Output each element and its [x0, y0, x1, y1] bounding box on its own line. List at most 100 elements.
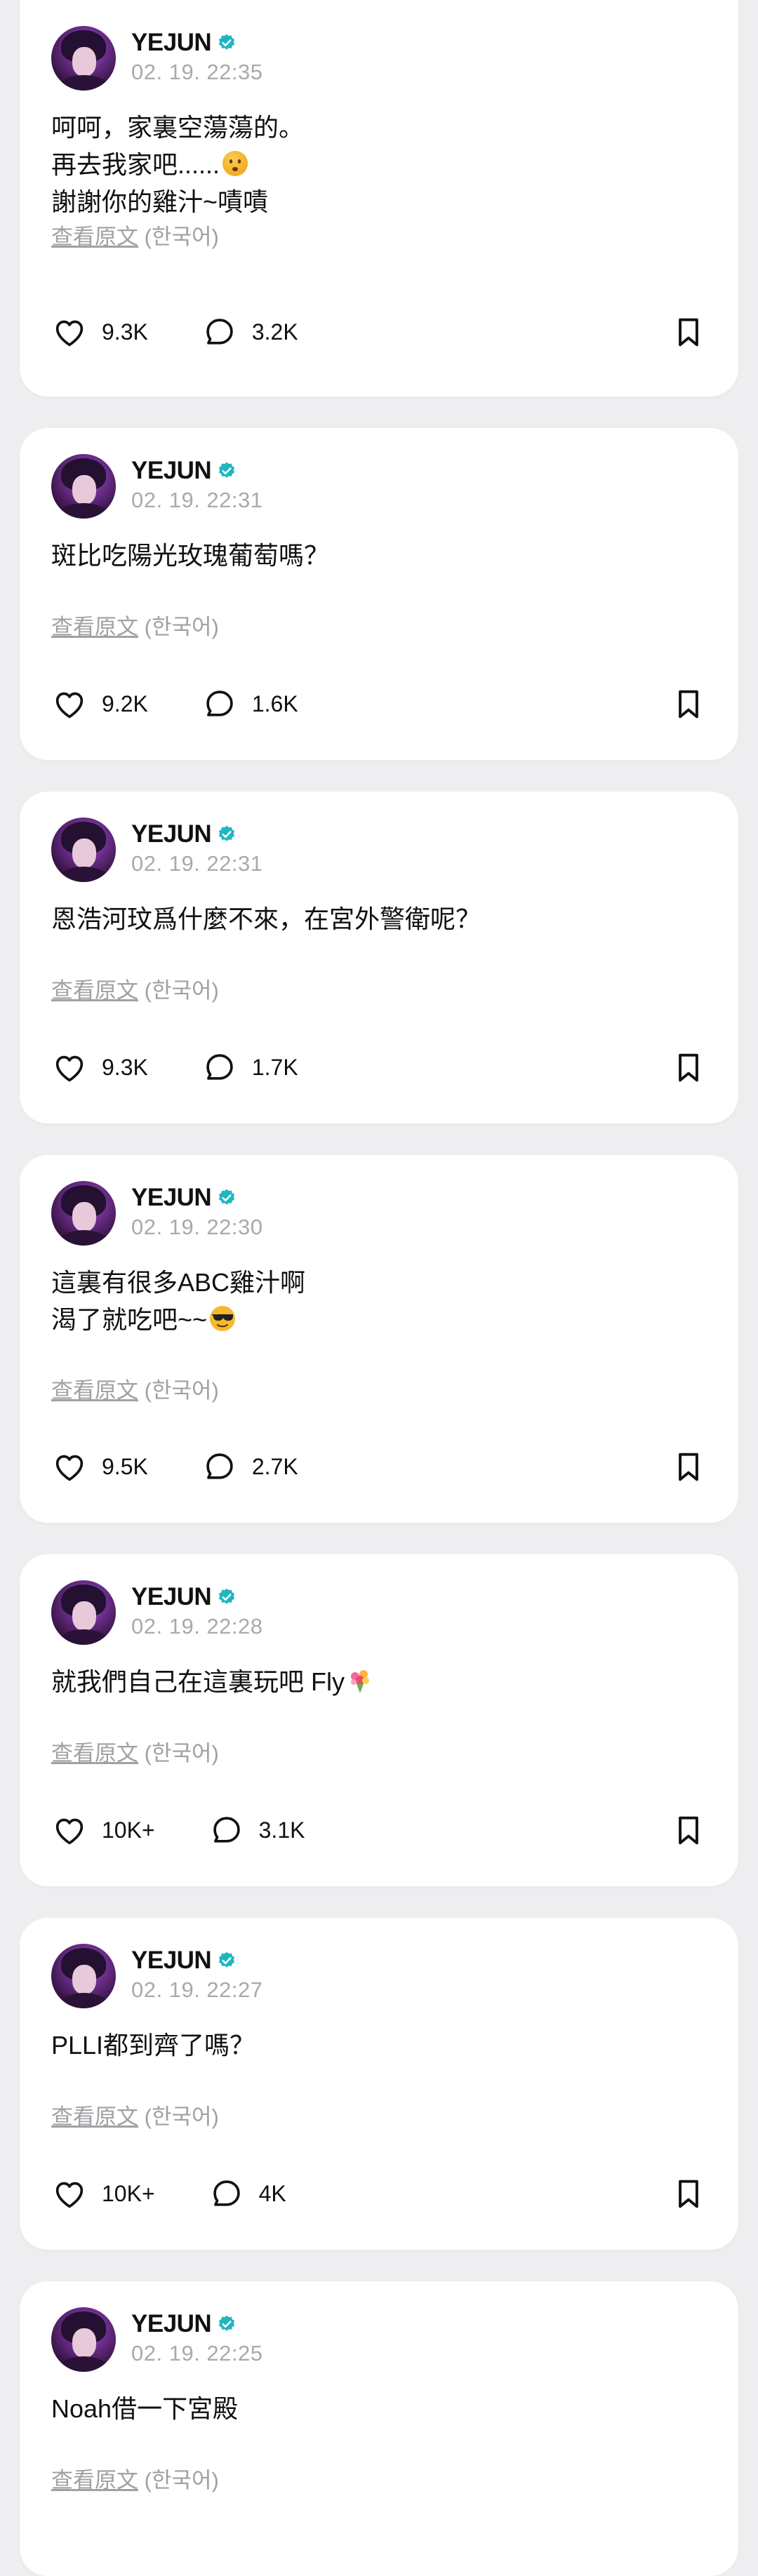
view-original-link[interactable]: 查看原文 [51, 615, 138, 639]
view-original: 查看原文 (한국어) [51, 219, 219, 251]
post-time: 02. 19. 22:28 [131, 1614, 263, 1639]
heart-icon [55, 320, 84, 347]
comment-button[interactable]: 3.2K [201, 314, 298, 350]
post-feed: YEJUN 02. 19. 22:35 呵呵，家裏空蕩蕩的。 再去我家吧.....… [0, 0, 758, 2576]
like-button[interactable]: 10K+ [51, 1812, 155, 1848]
comment-count: 1.7K [251, 1054, 298, 1080]
post-card[interactable]: YEJUN 02. 19. 22:31 斑比吃陽光玫瑰葡萄嗎？ 查看原文 (한국… [20, 428, 738, 760]
comment-bubble-icon [206, 319, 233, 345]
original-language: (한국어) [144, 1741, 219, 1766]
avatar[interactable] [51, 1944, 116, 2008]
post-text-line: 呵呵，家裏空蕩蕩的。 [51, 113, 305, 142]
view-original-link[interactable]: 查看原文 [51, 2104, 138, 2129]
comment-button[interactable]: 2.7K [201, 1448, 298, 1485]
bookmark-icon[interactable] [670, 686, 707, 722]
view-original: 查看原文 (한국어) [51, 973, 219, 1004]
original-language: (한국어) [144, 1378, 219, 1403]
author-name[interactable]: YEJUN [131, 1184, 212, 1212]
post-text-line: 謝謝你的雞汁~嘖嘖 [51, 187, 269, 216]
like-count: 9.3K [102, 319, 148, 345]
heart-icon [55, 1455, 84, 1481]
post-text: 斑比吃陽光玫瑰葡萄嗎？ [51, 537, 329, 574]
post-text-line: 恩浩河玟爲什麼不來，在宮外警衛呢？ [51, 905, 481, 933]
view-original-link[interactable]: 查看原文 [51, 225, 138, 249]
original-language: (한국어) [144, 2468, 219, 2492]
post-header: YEJUN 02. 19. 22:31 [51, 817, 263, 882]
comment-bubble-icon [206, 1054, 233, 1080]
heart-icon [55, 692, 84, 719]
post-text: 這裏有很多ABC雞汁啊 渴了就吃吧~~ [51, 1264, 305, 1338]
post-text: 呵呵，家裏空蕩蕩的。 再去我家吧...... 謝謝你的雞汁~嘖嘖 [51, 109, 304, 220]
comment-button[interactable]: 4K [208, 2175, 286, 2212]
view-original-link[interactable]: 查看原文 [51, 1378, 138, 1403]
author-name[interactable]: YEJUN [131, 457, 212, 485]
bookmark-icon[interactable] [670, 1448, 707, 1485]
comment-bubble-icon [213, 2180, 240, 2206]
author-name[interactable]: YEJUN [131, 820, 212, 848]
bookmark-icon[interactable] [670, 1049, 707, 1086]
post-card[interactable]: YEJUN 02. 19. 22:27 PLLI都到齊了嗎？ 查看原文 (한국어… [20, 1918, 738, 2250]
avatar[interactable] [51, 1580, 116, 1645]
like-button[interactable]: 9.3K [51, 314, 148, 350]
bouquet-emoji-icon [351, 1670, 369, 1693]
comment-bubble-icon [213, 1817, 240, 1843]
comment-bubble-icon [206, 1453, 233, 1479]
sunglasses-face-emoji-icon [210, 1306, 236, 1331]
bookmark-icon[interactable] [670, 314, 707, 350]
bookmark-icon[interactable] [670, 2175, 707, 2212]
author-name[interactable]: YEJUN [131, 29, 212, 57]
comment-button[interactable]: 1.6K [201, 686, 298, 722]
post-actions: 10K+ 3.1K [51, 1809, 707, 1851]
comment-count: 3.1K [258, 1817, 305, 1843]
bookmark-icon[interactable] [670, 1812, 707, 1848]
comment-count: 4K [258, 2180, 286, 2206]
like-button[interactable]: 9.5K [51, 1448, 148, 1485]
avatar[interactable] [51, 2307, 116, 2372]
post-time: 02. 19. 22:27 [131, 1977, 263, 2002]
post-card[interactable]: YEJUN 02. 19. 22:35 呵呵，家裏空蕩蕩的。 再去我家吧.....… [20, 0, 738, 396]
post-time: 02. 19. 22:25 [131, 2341, 263, 2365]
like-button[interactable]: 10K+ [51, 2175, 155, 2212]
view-original: 查看原文 (한국어) [51, 2099, 219, 2130]
author-name[interactable]: YEJUN [131, 1947, 212, 1975]
comment-button[interactable]: 3.1K [208, 1812, 305, 1848]
heart-icon [55, 2182, 84, 2208]
comment-button[interactable]: 1.7K [201, 1049, 298, 1086]
post-actions: 10K+ 4K [51, 2173, 707, 2215]
avatar[interactable] [51, 1181, 116, 1246]
avatar[interactable] [51, 454, 116, 519]
post-text: 就我們自己在這裏玩吧 Fly [51, 1663, 374, 1700]
post-text: Noah借一下宮殿 [51, 2390, 238, 2427]
comment-count: 2.7K [251, 1453, 298, 1479]
post-time: 02. 19. 22:35 [131, 60, 263, 84]
author-name[interactable]: YEJUN [131, 2310, 212, 2338]
view-original-link[interactable]: 查看原文 [51, 2468, 138, 2492]
avatar[interactable] [51, 26, 116, 91]
post-card[interactable]: YEJUN 02. 19. 22:25 Noah借一下宮殿 查看原文 (한국어) [20, 2281, 738, 2576]
heart-icon [55, 1818, 84, 1845]
verified-badge-icon [219, 1951, 235, 1968]
post-card[interactable]: YEJUN 02. 19. 22:30 這裏有很多ABC雞汁啊 渴了就吃吧~~ 查… [20, 1155, 738, 1523]
like-count: 9.3K [102, 1054, 148, 1080]
verified-badge-icon [219, 825, 235, 841]
post-card[interactable]: YEJUN 02. 19. 22:28 就我們自己在這裏玩吧 Fly 查看原文 … [20, 1554, 738, 1886]
like-button[interactable]: 9.2K [51, 686, 148, 722]
verified-badge-icon [219, 34, 235, 50]
like-count: 9.2K [102, 690, 148, 716]
post-time: 02. 19. 22:31 [131, 488, 263, 512]
verified-badge-icon [219, 1588, 235, 1604]
like-button[interactable]: 9.3K [51, 1049, 148, 1086]
post-card[interactable]: YEJUN 02. 19. 22:31 恩浩河玟爲什麼不來，在宮外警衛呢？ 查看… [20, 792, 738, 1123]
post-actions: 9.3K 1.7K [51, 1046, 707, 1088]
verified-badge-icon [219, 2315, 235, 2331]
post-text-line: 斑比吃陽光玫瑰葡萄嗎？ [51, 541, 330, 570]
post-text-line: PLLI都到齊了嗎？ [51, 2031, 255, 2060]
view-original-link[interactable]: 查看原文 [51, 1741, 138, 1766]
comment-bubble-icon [206, 690, 233, 716]
avatar[interactable] [51, 817, 116, 882]
author-name[interactable]: YEJUN [131, 1583, 212, 1611]
original-language: (한국어) [144, 225, 219, 249]
view-original: 查看原文 (한국어) [51, 609, 219, 641]
view-original-link[interactable]: 查看原文 [51, 978, 138, 1003]
like-count: 10K+ [102, 1817, 155, 1843]
